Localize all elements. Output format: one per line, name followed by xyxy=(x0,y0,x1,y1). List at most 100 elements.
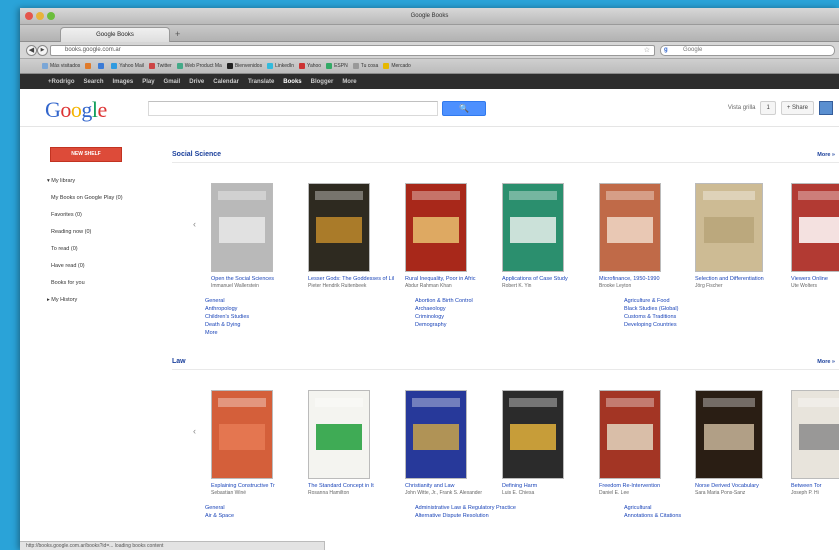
address-bar[interactable]: books.google.com.ar ☆ xyxy=(50,45,655,56)
forward-button[interactable]: ▶ xyxy=(37,45,48,56)
gbar-item[interactable]: Search xyxy=(84,79,104,85)
carousel-prev-icon[interactable]: ‹ xyxy=(193,219,196,229)
category-link[interactable]: Anthropology xyxy=(205,305,249,313)
book-cover[interactable] xyxy=(308,183,370,272)
category-link[interactable]: General xyxy=(205,504,234,512)
minimize-icon[interactable] xyxy=(36,12,44,20)
category-link[interactable]: Abortion & Birth Control xyxy=(415,297,473,305)
book-cover[interactable] xyxy=(405,183,467,272)
book-card[interactable]: Between Tor Joseph P. Hi xyxy=(791,390,839,496)
sidebar-item[interactable]: Books for you xyxy=(20,275,170,292)
bookmark-item[interactable]: Yahoo Mail xyxy=(111,63,144,69)
category-link[interactable]: Alternative Dispute Resolution xyxy=(415,512,516,520)
book-card[interactable]: Rural Inequality, Poor in Afric Abdur Rah… xyxy=(405,183,497,289)
book-cover[interactable] xyxy=(502,390,564,479)
sidebar-item[interactable]: ▸ My History xyxy=(20,292,170,309)
sidebar-item[interactable]: To read (0) xyxy=(20,241,170,258)
category-link[interactable]: Annotations & Citations xyxy=(624,512,681,520)
book-card[interactable]: Freedom Re-Intervention Daniel E. Lee xyxy=(599,390,691,496)
more-link[interactable]: More » xyxy=(817,152,835,158)
gbar-item[interactable]: More xyxy=(342,79,356,85)
book-cover[interactable] xyxy=(405,390,467,479)
category-link[interactable]: Customs & Traditions xyxy=(624,313,678,321)
close-icon[interactable] xyxy=(25,12,33,20)
book-title[interactable]: Viewers Online xyxy=(791,276,839,282)
book-title[interactable]: Microfinance, 1950-1990 xyxy=(599,276,691,282)
category-link[interactable]: Archaeology xyxy=(415,305,473,313)
bookmark-item[interactable]: Más visitados xyxy=(42,63,80,69)
book-cover[interactable] xyxy=(695,183,763,272)
tab-google-books[interactable]: Google Books xyxy=(60,27,170,42)
category-link[interactable]: Air & Space xyxy=(205,512,234,520)
book-card[interactable]: Explaining Constructive Tr Sebastian Winé xyxy=(211,390,303,496)
bookmark-item[interactable]: Tu cosa xyxy=(352,63,378,69)
new-shelf-button[interactable]: NEW SHELF xyxy=(50,147,122,162)
book-title[interactable]: Between Tor xyxy=(791,483,839,489)
book-card[interactable]: Selection and Differentiation Jörg Fische… xyxy=(695,183,787,289)
book-card[interactable]: Norse Derived Vocabulary Sara Maria Pons-… xyxy=(695,390,787,496)
category-link[interactable]: Criminology xyxy=(415,313,473,321)
book-title[interactable]: Applications of Case Study xyxy=(502,276,594,282)
book-cover[interactable] xyxy=(599,390,661,479)
new-tab-button[interactable]: + xyxy=(175,29,180,39)
bookmark-item[interactable]: Bienvenidos xyxy=(226,63,262,69)
book-cover[interactable] xyxy=(599,183,661,272)
category-link[interactable]: Demography xyxy=(415,321,473,329)
book-title[interactable]: The Standard Concept in It xyxy=(308,483,400,489)
book-title[interactable]: Lesser Gods: The Goddesses of Lil xyxy=(308,276,400,282)
gbar-item[interactable]: Blogger xyxy=(311,79,334,85)
book-card[interactable]: The Standard Concept in It Rosanna Hamilt… xyxy=(308,390,400,496)
gbar-item[interactable]: Books xyxy=(283,79,301,85)
book-title[interactable]: Freedom Re-Intervention xyxy=(599,483,691,489)
star-icon[interactable]: ☆ xyxy=(644,46,650,55)
category-link[interactable]: Administrative Law & Regulatory Practice xyxy=(415,504,516,512)
gbar-item[interactable]: Calendar xyxy=(213,79,239,85)
section-title[interactable]: Social Science xyxy=(172,151,221,158)
book-title[interactable]: Selection and Differentiation xyxy=(695,276,787,282)
page-button[interactable]: 1 xyxy=(760,101,776,115)
back-button[interactable]: ◀ xyxy=(26,45,37,56)
bookmark-item[interactable]: Twitter xyxy=(148,63,172,69)
bookmark-item[interactable]: LinkedIn xyxy=(267,63,294,69)
book-card[interactable]: Applications of Case Study Robert K. Yin xyxy=(502,183,594,289)
gbar-item[interactable]: Translate xyxy=(248,79,274,85)
avatar[interactable] xyxy=(819,101,833,115)
section-title[interactable]: Law xyxy=(172,358,186,365)
category-link[interactable]: General xyxy=(205,297,249,305)
search-button[interactable]: 🔍 xyxy=(442,101,486,116)
bookmark-item[interactable]: Mercado xyxy=(383,63,411,69)
bookmark-item[interactable] xyxy=(98,63,106,69)
book-card[interactable]: Viewers Online Ute Wolters xyxy=(791,183,839,289)
book-cover[interactable] xyxy=(791,390,839,479)
book-title[interactable]: Open the Social Sciences xyxy=(211,276,303,282)
category-link[interactable]: Children's Studies xyxy=(205,313,249,321)
book-title[interactable]: Norse Derived Vocabulary xyxy=(695,483,787,489)
share-button[interactable]: + Share xyxy=(780,101,814,115)
gbar-item[interactable]: Images xyxy=(113,79,134,85)
sidebar-item[interactable]: ▾ My library xyxy=(20,173,170,190)
book-cover[interactable] xyxy=(308,390,370,479)
category-link[interactable]: Black Studies (Global) xyxy=(624,305,678,313)
category-link[interactable]: Agricultural xyxy=(624,504,681,512)
gbar-item[interactable]: Gmail xyxy=(164,79,181,85)
bookmark-item[interactable]: Web Product Ma xyxy=(176,63,222,69)
book-title[interactable]: Rural Inequality, Poor in Afric xyxy=(405,276,497,282)
zoom-icon[interactable] xyxy=(47,12,55,20)
gbar-item[interactable]: Drive xyxy=(189,79,204,85)
category-link[interactable]: More xyxy=(205,329,249,337)
sidebar-item[interactable]: Favorites (0) xyxy=(20,207,170,224)
sidebar-item[interactable]: Reading now (0) xyxy=(20,224,170,241)
book-title[interactable]: Defining Harm xyxy=(502,483,594,489)
bookmark-item[interactable]: ESPN xyxy=(326,63,348,69)
book-card[interactable]: Lesser Gods: The Goddesses of Lil Pieter … xyxy=(308,183,400,289)
carousel-prev-icon[interactable]: ‹ xyxy=(193,426,196,436)
category-link[interactable]: Agriculture & Food xyxy=(624,297,678,305)
browser-search-box[interactable]: g Google xyxy=(660,45,835,56)
book-card[interactable]: Christianity and Law John Witte, Jr., Fra… xyxy=(405,390,497,496)
sidebar-item[interactable]: My Books on Google Play (0) xyxy=(20,190,170,207)
category-link[interactable]: Death & Dying xyxy=(205,321,249,329)
bookmark-item[interactable] xyxy=(85,63,93,69)
category-link[interactable]: Developing Countries xyxy=(624,321,678,329)
more-link[interactable]: More » xyxy=(817,359,835,365)
gbar-item[interactable]: Play xyxy=(142,79,154,85)
